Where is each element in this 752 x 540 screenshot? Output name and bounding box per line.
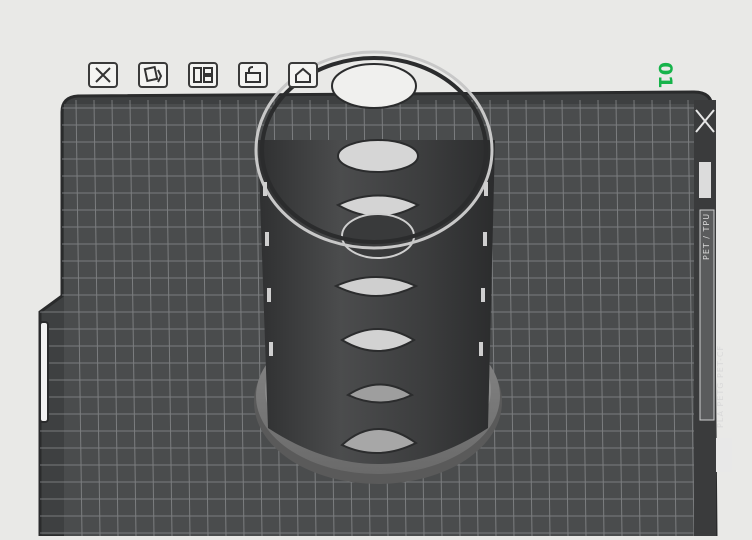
plate-marker-icon (699, 162, 711, 198)
close-icon (95, 67, 111, 83)
close-plate-button[interactable] (88, 62, 118, 88)
lock-icon (245, 66, 261, 83)
3d-viewport[interactable]: PET / TPU PLA PETG PET-CF 01 (0, 0, 752, 538)
plate-side-text-lower: PLA PETG PET-CF (716, 344, 725, 428)
auto-orient-icon (143, 66, 163, 83)
arrange-button[interactable] (188, 62, 218, 88)
lock-plate-button[interactable] (238, 62, 268, 88)
arrange-icon (193, 67, 213, 83)
plate-handle (39, 321, 49, 423)
plate-number-label[interactable]: 01 (654, 62, 676, 88)
auto-orient-button[interactable] (138, 62, 168, 88)
plate-settings-button[interactable] (288, 62, 318, 88)
plate-qr-icon (716, 438, 732, 472)
plate-side-text-upper: PET / TPU (702, 212, 711, 260)
inner-tube (341, 213, 415, 259)
plate-settings-icon (295, 67, 311, 83)
